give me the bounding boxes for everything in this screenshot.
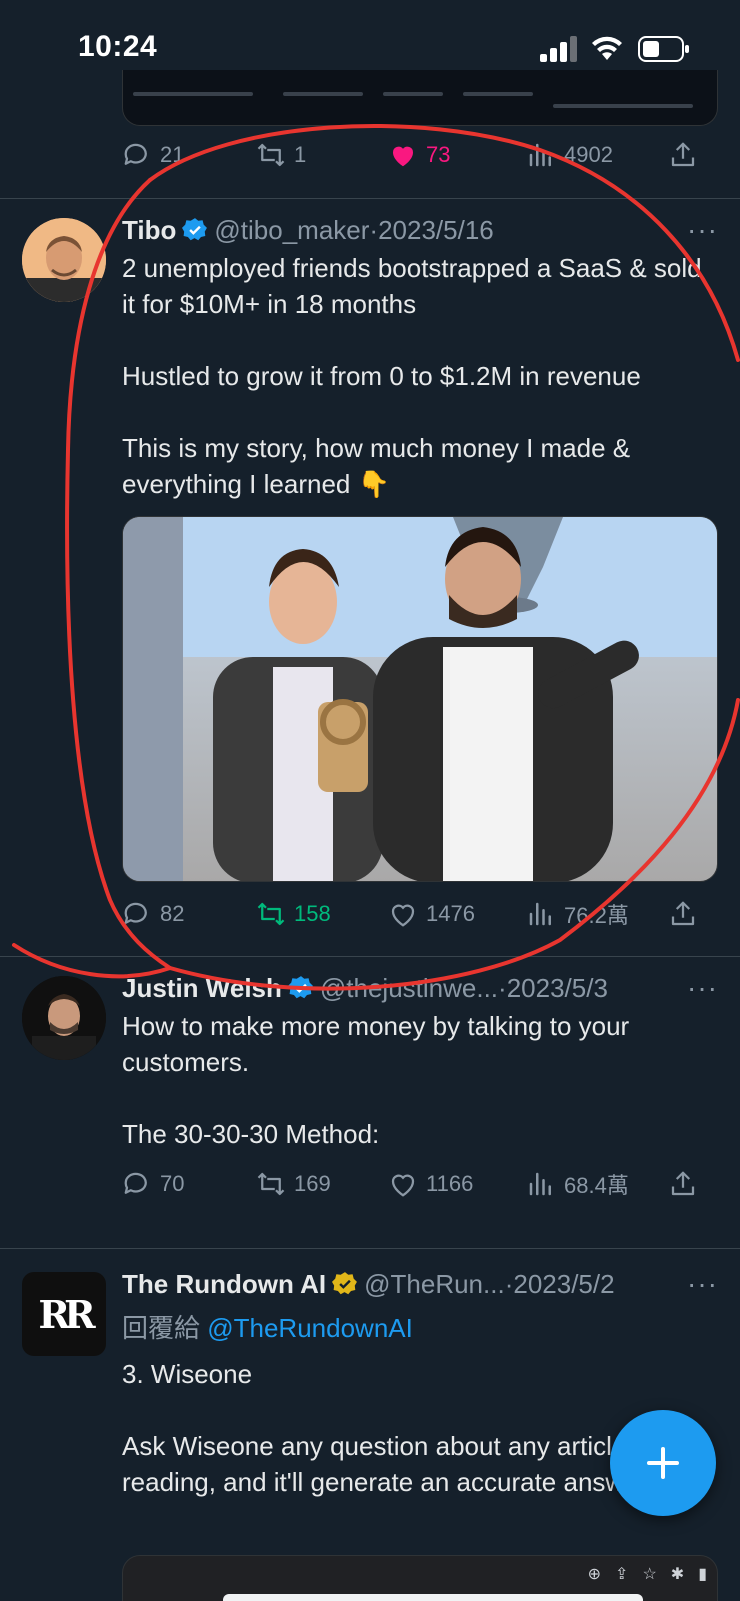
like-icon bbox=[392, 146, 414, 167]
retweet-button[interactable]: 158 bbox=[256, 894, 331, 934]
tweet-date[interactable]: 2023/5/3 bbox=[507, 973, 608, 1004]
share-icon bbox=[671, 1171, 695, 1196]
like-count: 1166 bbox=[426, 1171, 474, 1196]
browser-toolbar-icons: ⊕ ⇪ ☆ ✱ ▮ bbox=[588, 1564, 707, 1584]
like-button[interactable]: 73 bbox=[388, 135, 450, 175]
status-time: 10:24 bbox=[78, 30, 158, 63]
tweet-text: How to make more money by talking to you… bbox=[122, 1011, 630, 1149]
retweet-count: 169 bbox=[294, 1171, 331, 1196]
user-handle[interactable]: @thejustinwe... bbox=[320, 973, 498, 1004]
views-button[interactable]: 76.2萬 bbox=[526, 894, 629, 934]
share-icon: ⇪ bbox=[615, 1566, 629, 1583]
browser-page-area bbox=[223, 1594, 643, 1601]
like-icon bbox=[391, 1174, 415, 1197]
user-handle[interactable]: @tibo_maker bbox=[214, 215, 369, 246]
share-button[interactable] bbox=[668, 1164, 698, 1204]
tweet-text: 2 unemployed friends bootstrapped a SaaS… bbox=[122, 253, 702, 499]
replying-to: 回覆給 @TheRundownAI bbox=[122, 1308, 413, 1345]
tweet-actions: 82 158 1476 76.2萬 bbox=[122, 894, 718, 934]
tibo-avatar-photo bbox=[22, 218, 106, 302]
like-icon bbox=[391, 904, 415, 927]
reply-button[interactable]: 82 bbox=[122, 894, 184, 934]
display-name[interactable]: Justin Welsh bbox=[122, 973, 282, 1004]
retweet-button[interactable]: 169 bbox=[256, 1164, 331, 1204]
views-button[interactable]: 4902 bbox=[526, 135, 613, 175]
like-count: 1476 bbox=[426, 901, 475, 926]
reply-icon bbox=[124, 143, 147, 165]
compose-tweet-button[interactable] bbox=[610, 1410, 716, 1516]
avatar[interactable] bbox=[22, 218, 106, 302]
retweet-count: 158 bbox=[294, 901, 331, 926]
tweet-header: Tibo @tibo_maker · 2023/5/16 bbox=[122, 212, 494, 248]
views-icon bbox=[529, 143, 551, 167]
like-button[interactable]: 1476 bbox=[388, 894, 475, 934]
tweet-photo[interactable] bbox=[122, 516, 718, 882]
separator-dot: · bbox=[369, 214, 379, 245]
reply-button[interactable]: 21 bbox=[122, 135, 184, 175]
tweet-header: Justin Welsh @thejustinwe... · 2023/5/3 bbox=[122, 970, 608, 1006]
reply-count: 82 bbox=[160, 901, 185, 926]
justin-avatar-photo bbox=[22, 976, 106, 1060]
mention-link[interactable]: @TheRundownAI bbox=[207, 1313, 413, 1343]
compose-icon bbox=[647, 1447, 679, 1479]
display-name[interactable]: The Rundown AI bbox=[122, 1269, 326, 1300]
avatar[interactable]: RR bbox=[22, 1272, 106, 1356]
views-count: 68.4萬 bbox=[564, 1173, 629, 1198]
more-options-button[interactable]: ··· bbox=[687, 212, 718, 248]
cellular-signal-icon bbox=[540, 36, 577, 62]
like-button[interactable]: 1166 bbox=[388, 1164, 473, 1204]
divider bbox=[0, 956, 740, 957]
verified-icon bbox=[182, 218, 208, 241]
avatar[interactable] bbox=[22, 976, 106, 1060]
more-options-button[interactable]: ··· bbox=[687, 970, 718, 1006]
user-handle[interactable]: @TheRun... bbox=[364, 1269, 505, 1300]
extension-icon: ✱ bbox=[670, 1566, 685, 1583]
views-button[interactable]: 68.4萬 bbox=[526, 1164, 629, 1204]
tweet-date[interactable]: 2023/5/16 bbox=[378, 215, 494, 246]
more-options-button[interactable]: ··· bbox=[687, 1266, 718, 1302]
divider bbox=[0, 198, 740, 199]
previous-tweet-media[interactable] bbox=[122, 70, 718, 126]
battery-icon bbox=[638, 36, 689, 62]
retweet-icon bbox=[257, 143, 285, 167]
separator-dot: · bbox=[504, 1268, 514, 1299]
sidebar-icon: ▮ bbox=[698, 1566, 707, 1583]
reply-count: 70 bbox=[160, 1171, 185, 1196]
retweet-icon bbox=[257, 1172, 285, 1196]
reply-icon bbox=[124, 1172, 147, 1194]
reply-icon bbox=[124, 902, 147, 924]
reply-count: 21 bbox=[160, 142, 185, 167]
views-icon bbox=[529, 1172, 551, 1196]
display-name[interactable]: Tibo bbox=[122, 215, 176, 246]
retweet-button[interactable]: 1 bbox=[256, 135, 306, 175]
reply-button[interactable]: 70 bbox=[122, 1164, 184, 1204]
award-photo bbox=[123, 517, 717, 881]
like-count: 73 bbox=[426, 142, 451, 167]
tweet-date[interactable]: 2023/5/2 bbox=[513, 1269, 614, 1300]
views-count: 4902 bbox=[564, 142, 613, 167]
previous-tweet-actions: 21 1 73 4902 bbox=[122, 135, 718, 175]
retweet-icon bbox=[257, 902, 285, 926]
verified-icon bbox=[332, 1272, 358, 1295]
divider bbox=[0, 1248, 740, 1249]
share-button[interactable] bbox=[668, 894, 698, 934]
tweet-header: The Rundown AI @TheRun... · 2023/5/2 bbox=[122, 1266, 615, 1302]
share-icon bbox=[671, 901, 695, 926]
tweet-media-preview[interactable]: ⊕ ⇪ ☆ ✱ ▮ bbox=[122, 1555, 718, 1601]
retweet-count: 1 bbox=[294, 142, 307, 167]
verified-icon bbox=[287, 976, 313, 999]
replying-prefix: 回覆給 bbox=[122, 1313, 208, 1343]
star-icon: ☆ bbox=[642, 1566, 657, 1583]
separator-dot: · bbox=[498, 972, 507, 1003]
views-count: 76.2萬 bbox=[564, 903, 629, 928]
views-icon bbox=[529, 902, 551, 926]
tweet-actions: 70 169 1166 68.4萬 bbox=[122, 1164, 718, 1204]
wifi-icon bbox=[592, 36, 622, 60]
rundown-logo: RR bbox=[38, 1291, 95, 1337]
share-button[interactable] bbox=[668, 135, 698, 175]
share-icon bbox=[671, 142, 695, 167]
zoom-icon: ⊕ bbox=[587, 1566, 602, 1583]
